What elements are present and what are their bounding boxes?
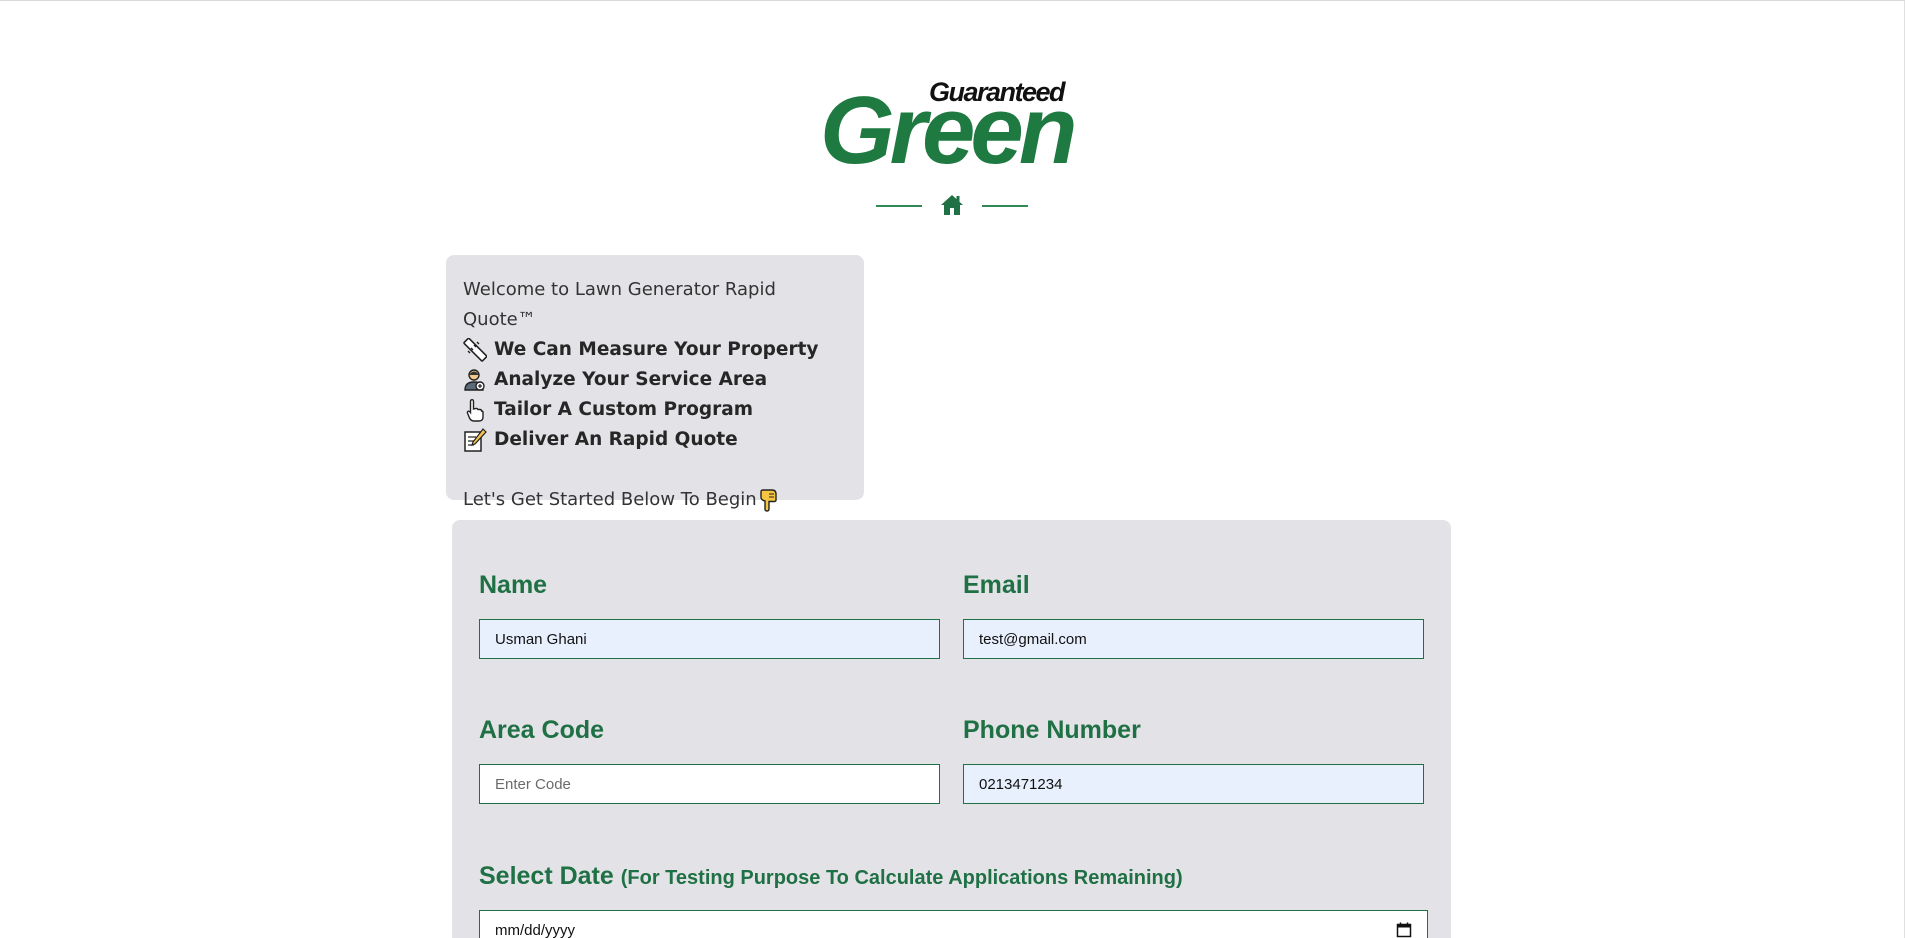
divider-line-right [982, 205, 1028, 207]
email-field: Email [963, 570, 1424, 659]
feature-label-tailor: Tailor A Custom Program [494, 399, 753, 420]
feature-label-analyze: Analyze Your Service Area [494, 369, 768, 390]
area-code-label: Area Code [479, 716, 605, 744]
phone-field: Phone Number [963, 715, 1424, 804]
welcome-outro-text: Let's Get Started Below To Begin [463, 489, 757, 510]
memo-icon [464, 428, 487, 452]
feature-label-measure: We Can Measure Your Property [494, 339, 819, 360]
name-label: Name [479, 571, 548, 599]
analyst-icon [464, 369, 485, 391]
welcome-intro: Welcome to Lawn Generator Rapid Quote™ [463, 279, 776, 330]
phone-label: Phone Number [963, 716, 1141, 744]
ruler-icon [463, 338, 487, 362]
area-code-input[interactable] [479, 764, 940, 804]
date-label-wrap: Select Date (For Testing Purpose To Calc… [479, 861, 1183, 891]
pointing-hand-icon [466, 398, 484, 422]
feature-item-analyze: Analyze Your Service Area [463, 365, 847, 395]
welcome-card: Welcome to Lawn Generator Rapid Quote™ W… [446, 255, 864, 512]
email-label: Email [963, 571, 1030, 599]
date-placeholder: mm/dd/yyyy [495, 921, 576, 938]
name-input[interactable] [479, 619, 940, 659]
area-code-field: Area Code [479, 715, 940, 804]
calendar-icon[interactable] [1396, 922, 1412, 938]
home-icon[interactable] [940, 193, 964, 217]
feature-label-deliver: Deliver An Rapid Quote [494, 429, 738, 450]
date-sublabel: (For Testing Purpose To Calculate Applic… [620, 867, 1183, 889]
date-input[interactable]: mm/dd/yyyy [479, 910, 1428, 938]
email-input[interactable] [963, 619, 1424, 659]
feature-item-tailor: Tailor A Custom Program [463, 395, 847, 425]
date-field: Select Date (For Testing Purpose To Calc… [479, 861, 1428, 938]
phone-input[interactable] [963, 764, 1424, 804]
feature-item-measure: We Can Measure Your Property [463, 335, 847, 365]
header-divider [876, 191, 1028, 221]
quote-form: Name Email Area Code Phone Number Select… [452, 520, 1451, 938]
logo-text-big: Green [820, 77, 1077, 184]
date-label: Select Date [479, 862, 614, 890]
pointing-down-icon [760, 489, 777, 512]
feature-item-deliver: Deliver An Rapid Quote [463, 425, 847, 455]
page: Guaranteed Green Welcome to Lawn Generat… [0, 0, 1905, 938]
name-field: Name [479, 570, 940, 659]
divider-line-left [876, 205, 922, 207]
welcome-outro: Let's Get Started Below To Begin [463, 485, 847, 515]
brand-logo[interactable]: Guaranteed Green [820, 77, 1078, 179]
